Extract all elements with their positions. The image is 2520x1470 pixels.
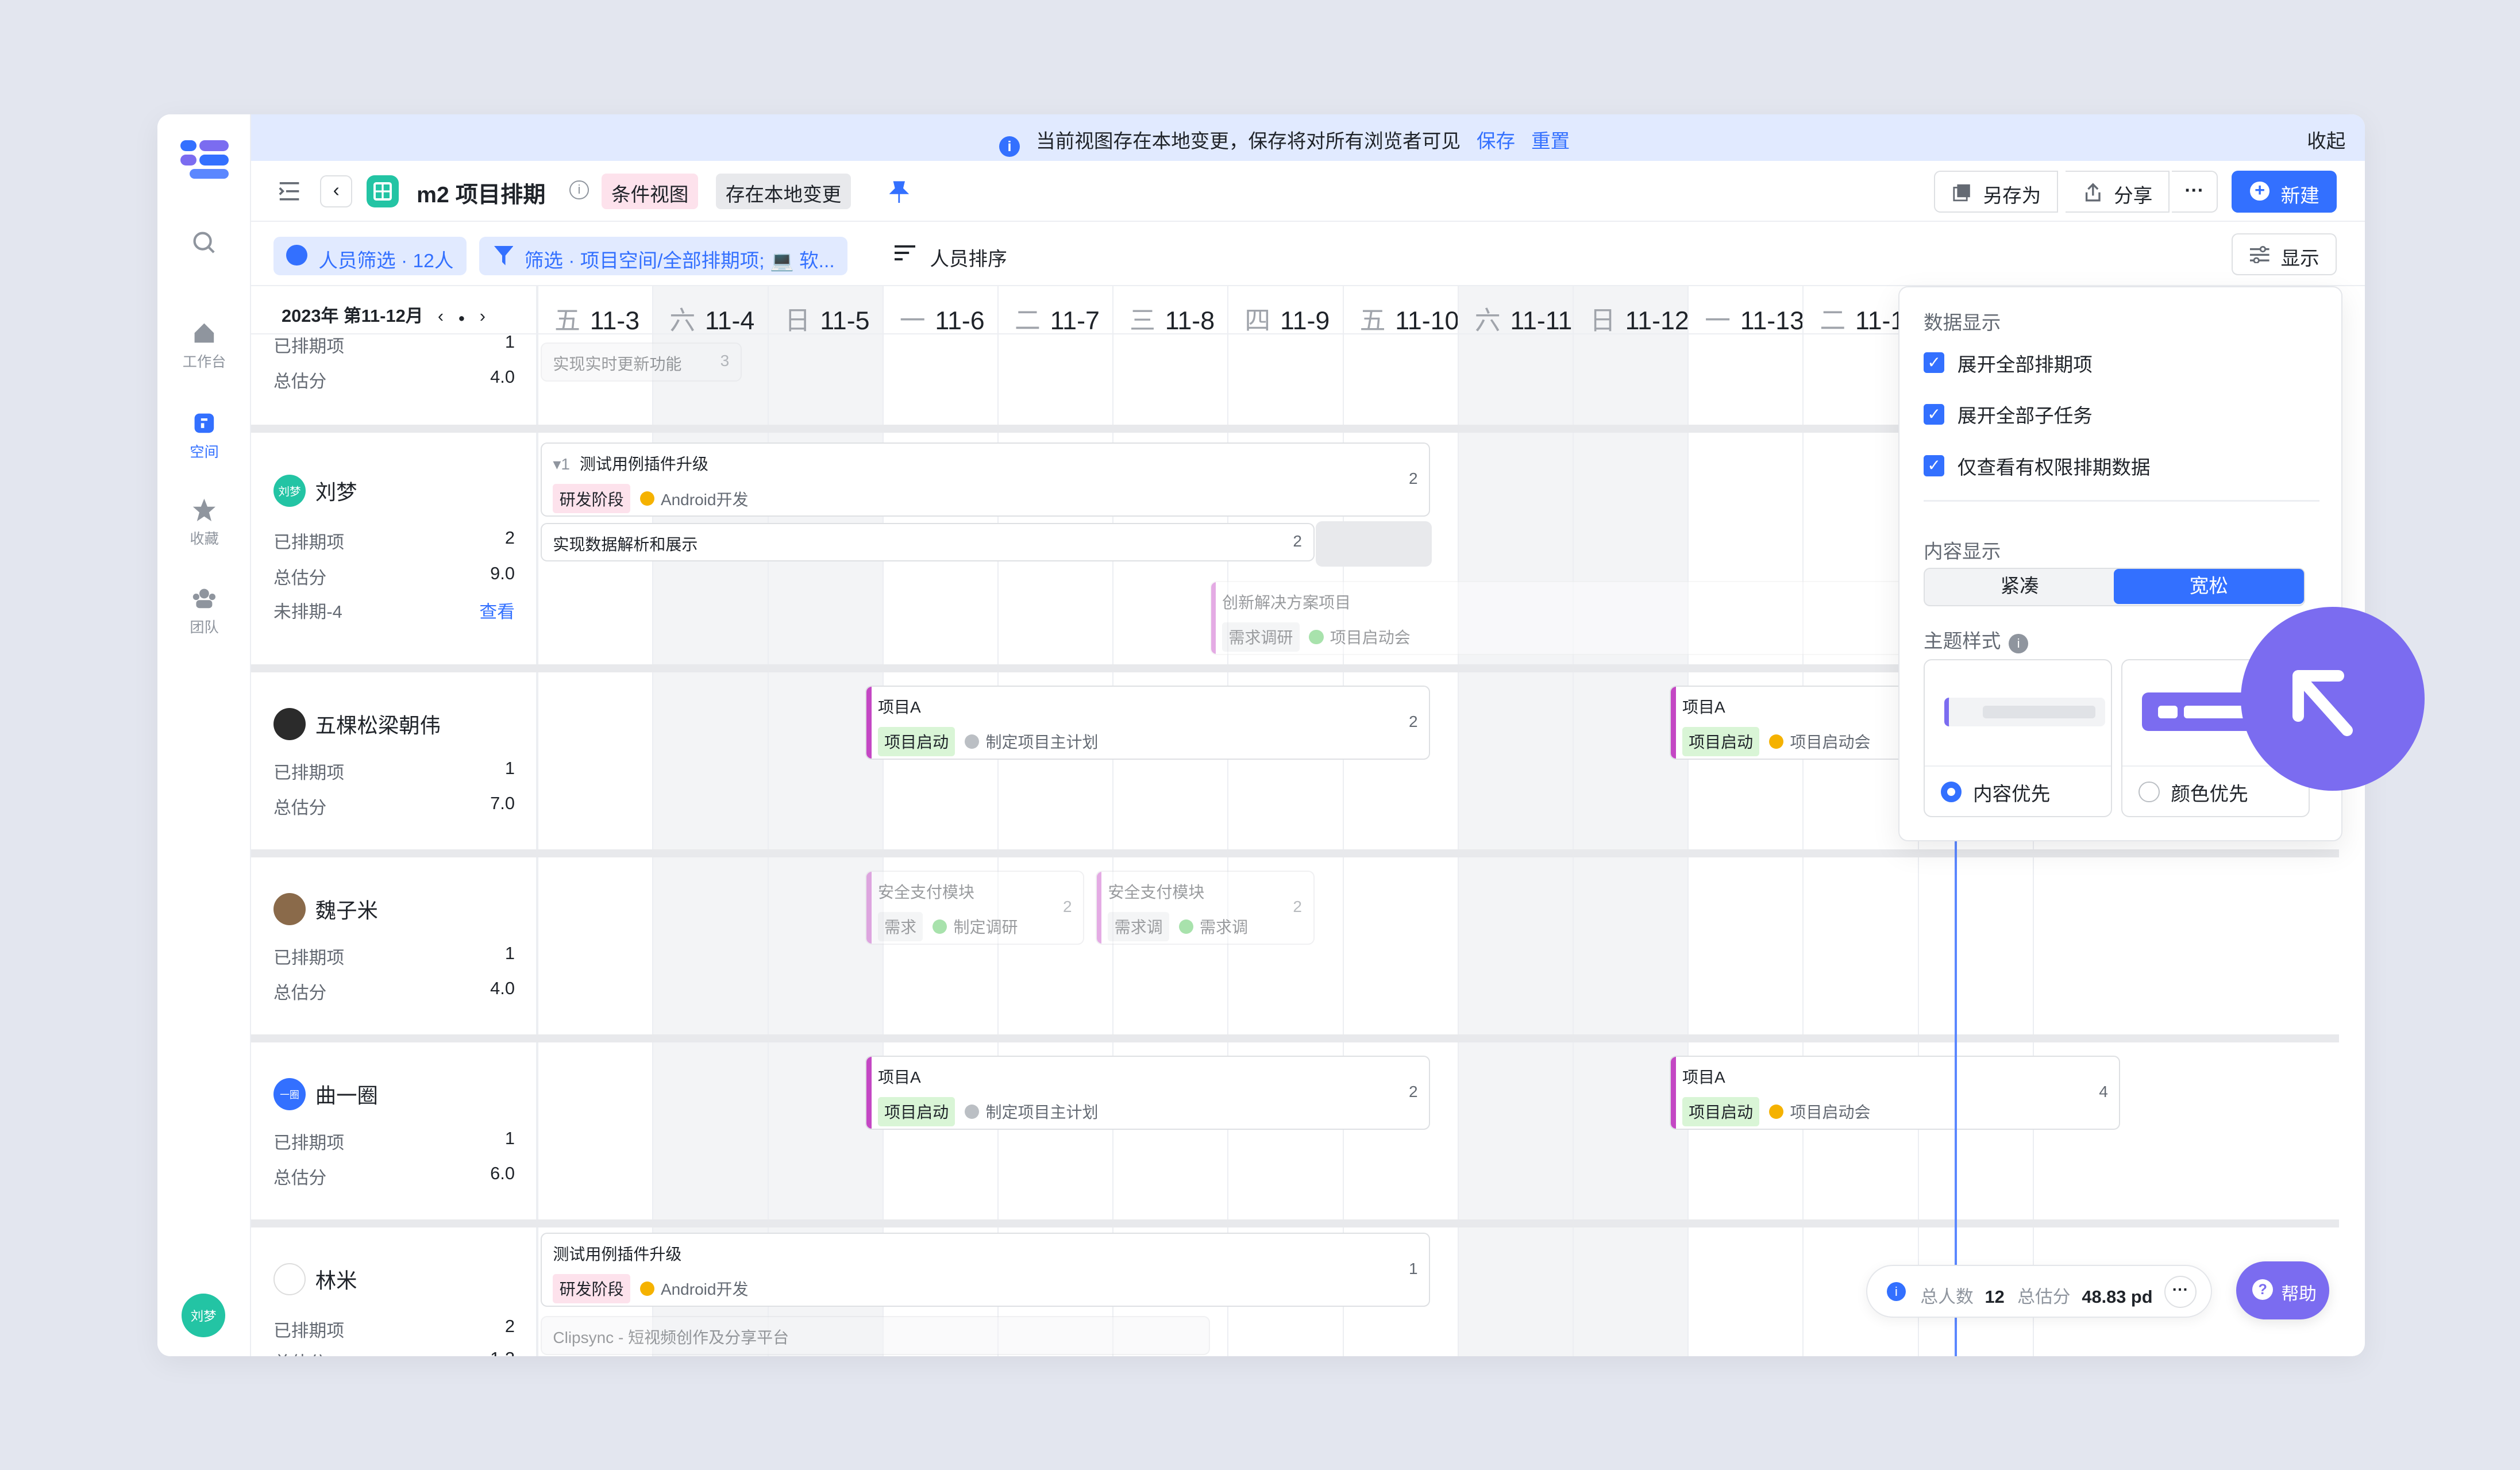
checkbox-expand-subtasks[interactable]: ✓ 展开全部子任务 [1923, 400, 2093, 428]
next-icon[interactable]: › [480, 306, 485, 326]
plus-icon: + [2250, 181, 2269, 201]
nav-space[interactable]: 空间 [157, 410, 251, 461]
share-icon [2085, 183, 2101, 202]
people-sort-button[interactable]: 人员排序 [894, 243, 1007, 271]
today-dot-icon[interactable]: ● [458, 312, 465, 325]
settings-icon [2250, 245, 2269, 264]
user-avatar[interactable]: 刘梦 [182, 1294, 225, 1337]
sort-icon [894, 245, 916, 260]
space-icon [194, 413, 214, 433]
info-icon: i [999, 136, 1020, 157]
page-title: m2 项目排期 [417, 182, 546, 207]
schedule-card[interactable]: ▾1 测试用例插件升级 2 研发阶段 Android开发 [540, 442, 1431, 517]
person-row: 一圈 曲一圈 已排期项 1 总估分 6.0 项目A 2 项目启动 制定项目主计划 项目A 4… [251, 1042, 2339, 1220]
app-window: 工作台 空间 收藏 团队 刘梦 i 当前视图存在本地变更，保存将对所有浏览者可见保… [157, 114, 2365, 1357]
checkbox-permission-only[interactable]: ✓ 仅查看有权限排期数据 [1923, 452, 2151, 480]
avatar [273, 1263, 306, 1295]
cursor-arrow-icon [2292, 670, 2353, 736]
schedule-card[interactable]: 安全支付模块 2 需求 制定调研 [865, 870, 1085, 945]
period-selector[interactable]: 2023年 第11-12月 ‹ ● › [251, 286, 538, 335]
collapse-link[interactable]: 收起 [2307, 125, 2345, 153]
new-button[interactable]: + 新建 [2231, 170, 2337, 213]
question-icon: ? [2252, 1279, 2274, 1300]
check-icon: ✓ [1923, 455, 1945, 476]
back-button[interactable]: ‹ [320, 175, 353, 208]
table-view-icon [367, 175, 399, 208]
save-link[interactable]: 保存 [1477, 131, 1515, 152]
filter-chip[interactable]: 筛选 · 项目空间/全部排期项; 💻 软... [479, 236, 848, 275]
user-icon [286, 244, 307, 265]
more-button[interactable]: ··· [2171, 170, 2218, 213]
display-button[interactable]: 显示 [2231, 233, 2337, 275]
nav-favorites[interactable]: 收藏 [157, 497, 251, 548]
toolbar: ‹ m2 项目排期 i 条件视图 存在本地变更 另存为 分享 ··· + 新建 [251, 161, 2365, 222]
sidebar-toggle-icon[interactable] [278, 182, 300, 201]
nav-workbench[interactable]: 工作台 [157, 320, 251, 371]
help-button[interactable]: ? 帮助 [2236, 1261, 2330, 1319]
avatar [273, 707, 306, 740]
schedule-card[interactable]: 项目A 2 项目启动 制定项目主计划 [865, 1055, 1431, 1130]
home-icon [194, 323, 214, 343]
schedule-card[interactable]: 项目A 项目启动 项目启动会 [1670, 685, 1912, 760]
copy-icon [1953, 184, 1971, 202]
info-outline-icon[interactable]: i [569, 180, 589, 200]
radio-unselected [2138, 781, 2160, 803]
help-icon[interactable]: i [2009, 634, 2028, 653]
density-toggle: 紧凑 宽松 [1923, 567, 2305, 606]
schedule-card[interactable]: 项目A 2 项目启动 制定项目主计划 [865, 685, 1431, 760]
search-icon[interactable] [157, 230, 251, 260]
radio-selected [1940, 781, 1962, 803]
prev-icon[interactable]: ‹ [438, 306, 444, 326]
view-unscheduled-link[interactable]: 查看 [479, 597, 515, 623]
more-icon[interactable]: ··· [2164, 1275, 2197, 1308]
star-icon [192, 498, 216, 522]
schedule-card[interactable]: Clipsync - 短视频创作及分享平台 [540, 1316, 1210, 1355]
app-logo[interactable] [180, 140, 229, 179]
local-changes-banner: i 当前视图存在本地变更，保存将对所有浏览者可见 保存 重置 收起 [251, 114, 2365, 161]
condition-view-tag[interactable]: 条件视图 [602, 174, 699, 209]
check-icon: ✓ [1923, 352, 1945, 374]
side-rail: 工作台 空间 收藏 团队 刘梦 [157, 114, 251, 1357]
person-row: 魏子米 已排期项 1 总估分 4.0 安全支付模块 2 需求 制定调研 安全支付模块 2 … [251, 857, 2339, 1035]
nav-team[interactable]: 团队 [157, 586, 251, 637]
pin-icon[interactable] [889, 180, 909, 203]
save-as-button[interactable]: 另存为 [1933, 170, 2059, 213]
local-changes-tag[interactable]: 存在本地变更 [715, 174, 851, 209]
avatar: 刘梦 [273, 474, 306, 507]
share-button[interactable]: 分享 [2066, 170, 2170, 213]
avatar [273, 892, 306, 925]
loose-option[interactable]: 宽松 [2114, 568, 2304, 605]
theme-content-first[interactable]: 内容优先 [1923, 659, 2112, 817]
schedule-card[interactable]: 测试用例插件升级 1 研发阶段 Android开发 [540, 1232, 1431, 1307]
schedule-card[interactable]: 实现实时更新功能 3 [540, 343, 742, 382]
check-icon: ✓ [1923, 403, 1945, 425]
checkbox-expand-all[interactable]: ✓ 展开全部排期项 [1923, 349, 2093, 377]
filter-bar: 人员筛选 · 12人 筛选 · 项目空间/全部排期项; 💻 软... 人员排序 … [251, 222, 2365, 287]
schedule-card[interactable]: 实现数据解析和展示 2 [540, 522, 1315, 562]
avatar: 一圈 [273, 1078, 306, 1110]
schedule-card[interactable]: 项目A 4 项目启动 项目启动会 [1670, 1055, 2121, 1130]
cursor-highlight [2241, 607, 2425, 791]
summary-bar: i 总人数 12 总估分 48.83 pd ··· [1866, 1264, 2212, 1318]
funnel-icon [494, 246, 514, 265]
compact-option[interactable]: 紧凑 [1925, 569, 2114, 605]
people-filter-chip[interactable]: 人员筛选 · 12人 [273, 236, 467, 275]
reset-link[interactable]: 重置 [1531, 131, 1570, 152]
info-icon: i [1886, 1282, 1906, 1302]
team-icon [192, 588, 216, 609]
schedule-card[interactable]: 安全支付模块 2 需求调 需求调 [1095, 870, 1315, 945]
